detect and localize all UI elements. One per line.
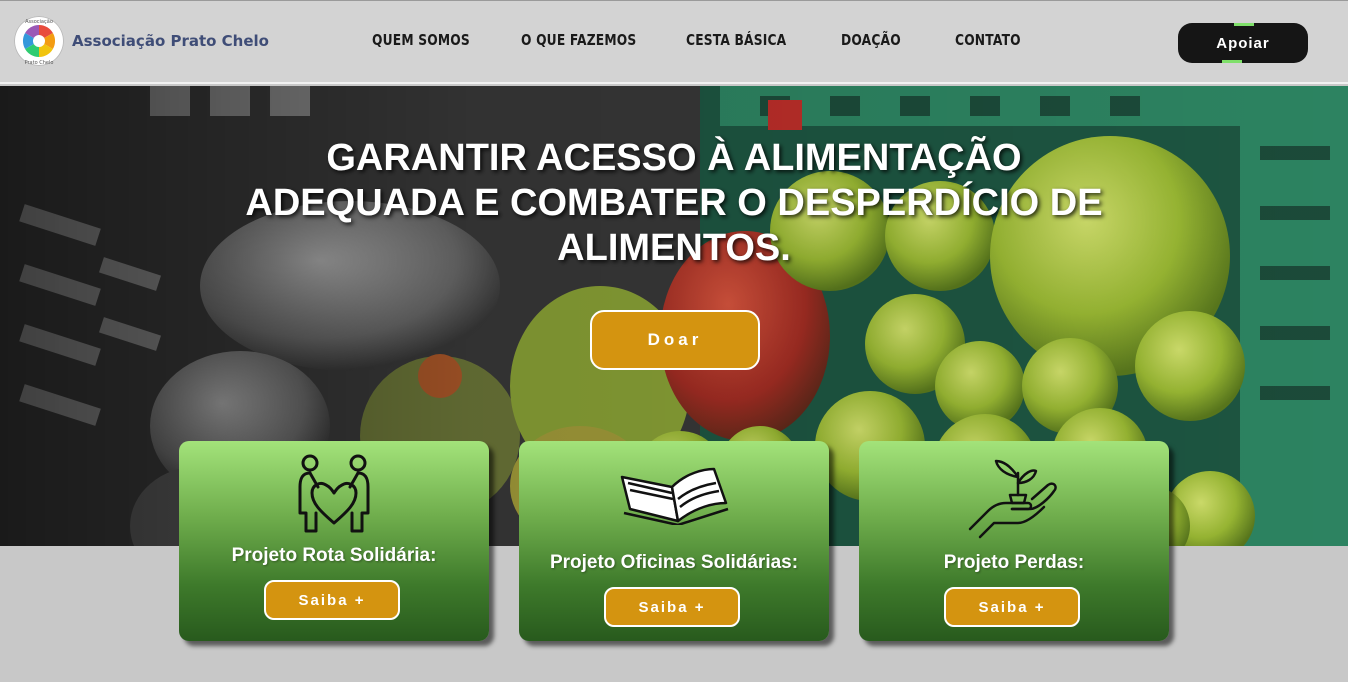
- project-card-rota-solidaria: Projeto Rota Solidária: Saiba +: [179, 441, 489, 641]
- apoiar-button[interactable]: Apoiar: [1178, 23, 1308, 63]
- open-book-icon: [519, 463, 829, 525]
- apoiar-label: Apoiar: [1216, 34, 1270, 52]
- saiba-mais-button[interactable]: Saiba +: [944, 587, 1080, 627]
- accent-bar: [1222, 60, 1242, 63]
- site-header: Associação Prato Chelo Associação Prato …: [0, 0, 1348, 84]
- hero-title-line: GARANTIR ACESSO À ALIMENTAÇÃO: [326, 137, 1022, 179]
- nav-o-que-fazemos[interactable]: O QUE FAZEMOS: [521, 31, 636, 49]
- nav-cesta-basica[interactable]: CESTA BÁSICA: [686, 31, 786, 49]
- logo-emblem-icon: Associação Prato Chelo: [14, 16, 64, 66]
- card-title: Projeto Oficinas Solidárias:: [549, 552, 799, 573]
- card-title: Projeto Rota Solidária:: [231, 545, 437, 566]
- card-title: Projeto Perdas:: [943, 552, 1085, 573]
- logo[interactable]: Associação Prato Chelo Associação Prato …: [14, 16, 269, 66]
- nav-quem-somos[interactable]: QUEM SOMOS: [372, 31, 470, 49]
- hero-title: GARANTIR ACESSO À ALIMENTAÇÃO ADEQUADA E…: [200, 136, 1148, 271]
- people-heart-icon: [179, 453, 489, 535]
- saiba-mais-button[interactable]: Saiba +: [264, 580, 400, 620]
- hero-title-line: ADEQUADA E COMBATER O DESPERDÍCIO DE: [245, 182, 1103, 224]
- project-card-oficinas-solidarias: Projeto Oficinas Solidárias: Saiba +: [519, 441, 829, 641]
- doar-button[interactable]: Doar: [590, 310, 760, 370]
- saiba-mais-button[interactable]: Saiba +: [604, 587, 740, 627]
- svg-text:Associação: Associação: [25, 19, 53, 25]
- logo-text: Associação Prato Chelo: [72, 32, 269, 50]
- project-card-perdas: Projeto Perdas: Saiba +: [859, 441, 1169, 641]
- nav-contato[interactable]: CONTATO: [955, 31, 1021, 49]
- nav-doacao[interactable]: DOAÇÃO: [841, 31, 901, 49]
- hero-title-line: ALIMENTOS.: [557, 227, 791, 269]
- hand-plant-icon: [859, 455, 1169, 539]
- svg-text:Prato Chelo: Prato Chelo: [25, 60, 54, 66]
- accent-bar: [1234, 23, 1254, 26]
